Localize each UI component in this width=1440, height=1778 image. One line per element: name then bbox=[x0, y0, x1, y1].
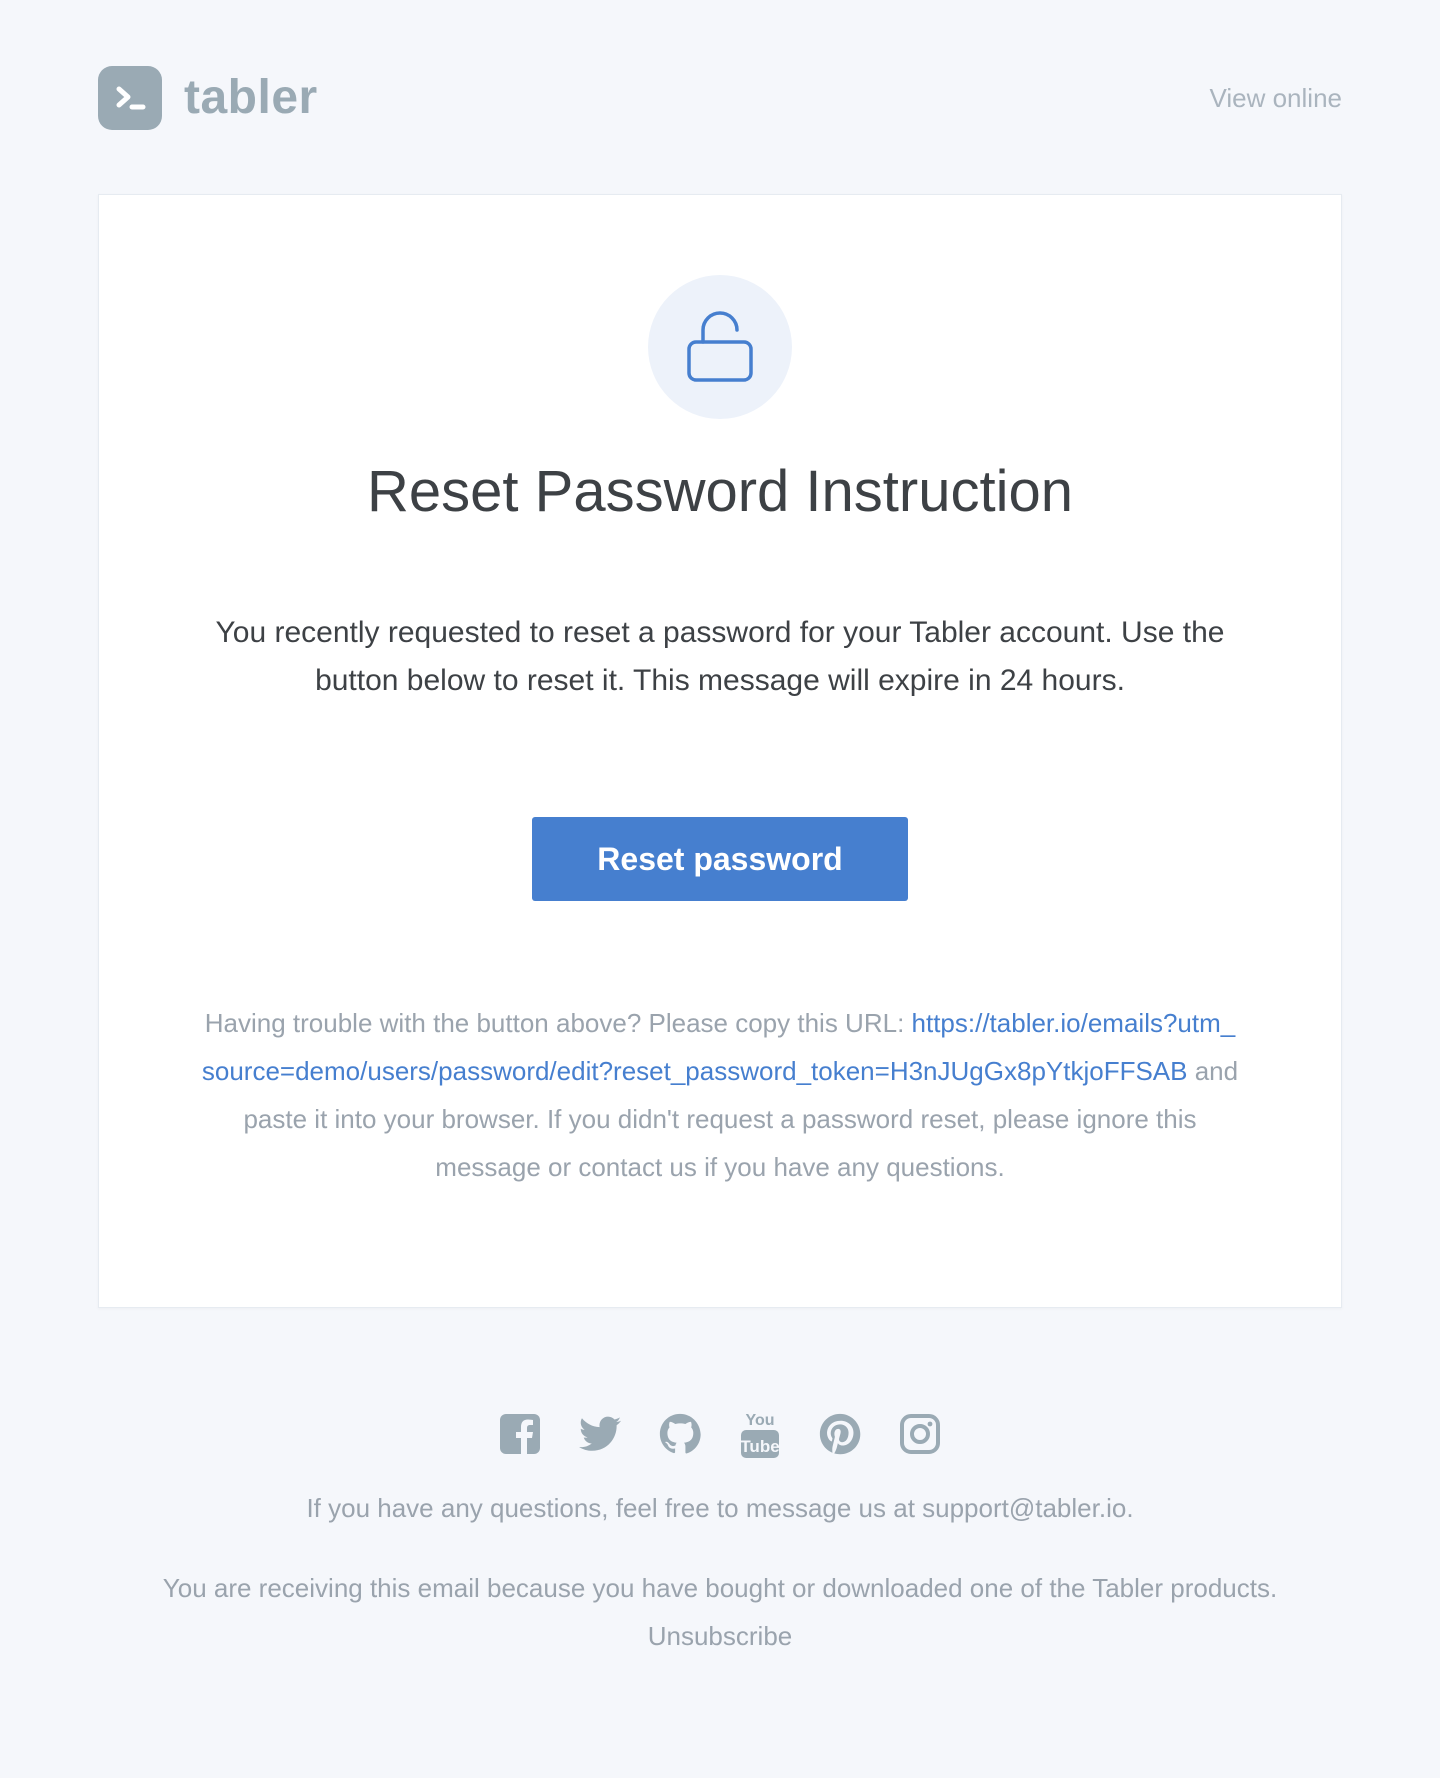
twitter-icon[interactable] bbox=[579, 1408, 621, 1460]
email-footer: You Tube If you have any questions, feel… bbox=[98, 1308, 1342, 1660]
footer-receiving-text: You are receiving this email because you… bbox=[162, 1573, 1278, 1603]
help-prefix: Having trouble with the button above? Pl… bbox=[204, 1007, 912, 1038]
footer-note: You are receiving this email because you… bbox=[98, 1564, 1342, 1660]
brand-name: tabler bbox=[184, 71, 318, 124]
terminal-logo-icon bbox=[98, 66, 162, 130]
facebook-icon[interactable] bbox=[499, 1408, 541, 1460]
reset-card: Reset Password Instruction You recently … bbox=[98, 194, 1342, 1308]
intro-text: You recently requested to reset a passwo… bbox=[215, 615, 1225, 697]
pinterest-icon[interactable] bbox=[819, 1408, 861, 1460]
youtube-icon[interactable]: You Tube bbox=[739, 1408, 781, 1460]
unsubscribe-link[interactable]: Unsubscribe bbox=[648, 1621, 793, 1651]
email-container: tabler View online Reset Password Instru… bbox=[98, 0, 1342, 1660]
lock-icon-badge bbox=[648, 275, 792, 419]
help-text: Having trouble with the button above? Pl… bbox=[200, 999, 1240, 1191]
page-title: Reset Password Instruction bbox=[367, 459, 1073, 524]
github-icon[interactable] bbox=[659, 1408, 701, 1460]
email-header: tabler View online bbox=[98, 66, 1342, 130]
view-online-link[interactable]: View online bbox=[1209, 83, 1342, 114]
social-links: You Tube bbox=[98, 1408, 1342, 1460]
svg-text:You: You bbox=[745, 1412, 774, 1429]
unlock-icon bbox=[687, 311, 753, 382]
footer-questions: If you have any questions, feel free to … bbox=[306, 1493, 1134, 1523]
svg-text:Tube: Tube bbox=[740, 1437, 779, 1456]
reset-password-button[interactable]: Reset password bbox=[532, 816, 908, 901]
brand-logo-link[interactable]: tabler bbox=[98, 66, 318, 130]
instagram-icon[interactable] bbox=[899, 1408, 941, 1460]
